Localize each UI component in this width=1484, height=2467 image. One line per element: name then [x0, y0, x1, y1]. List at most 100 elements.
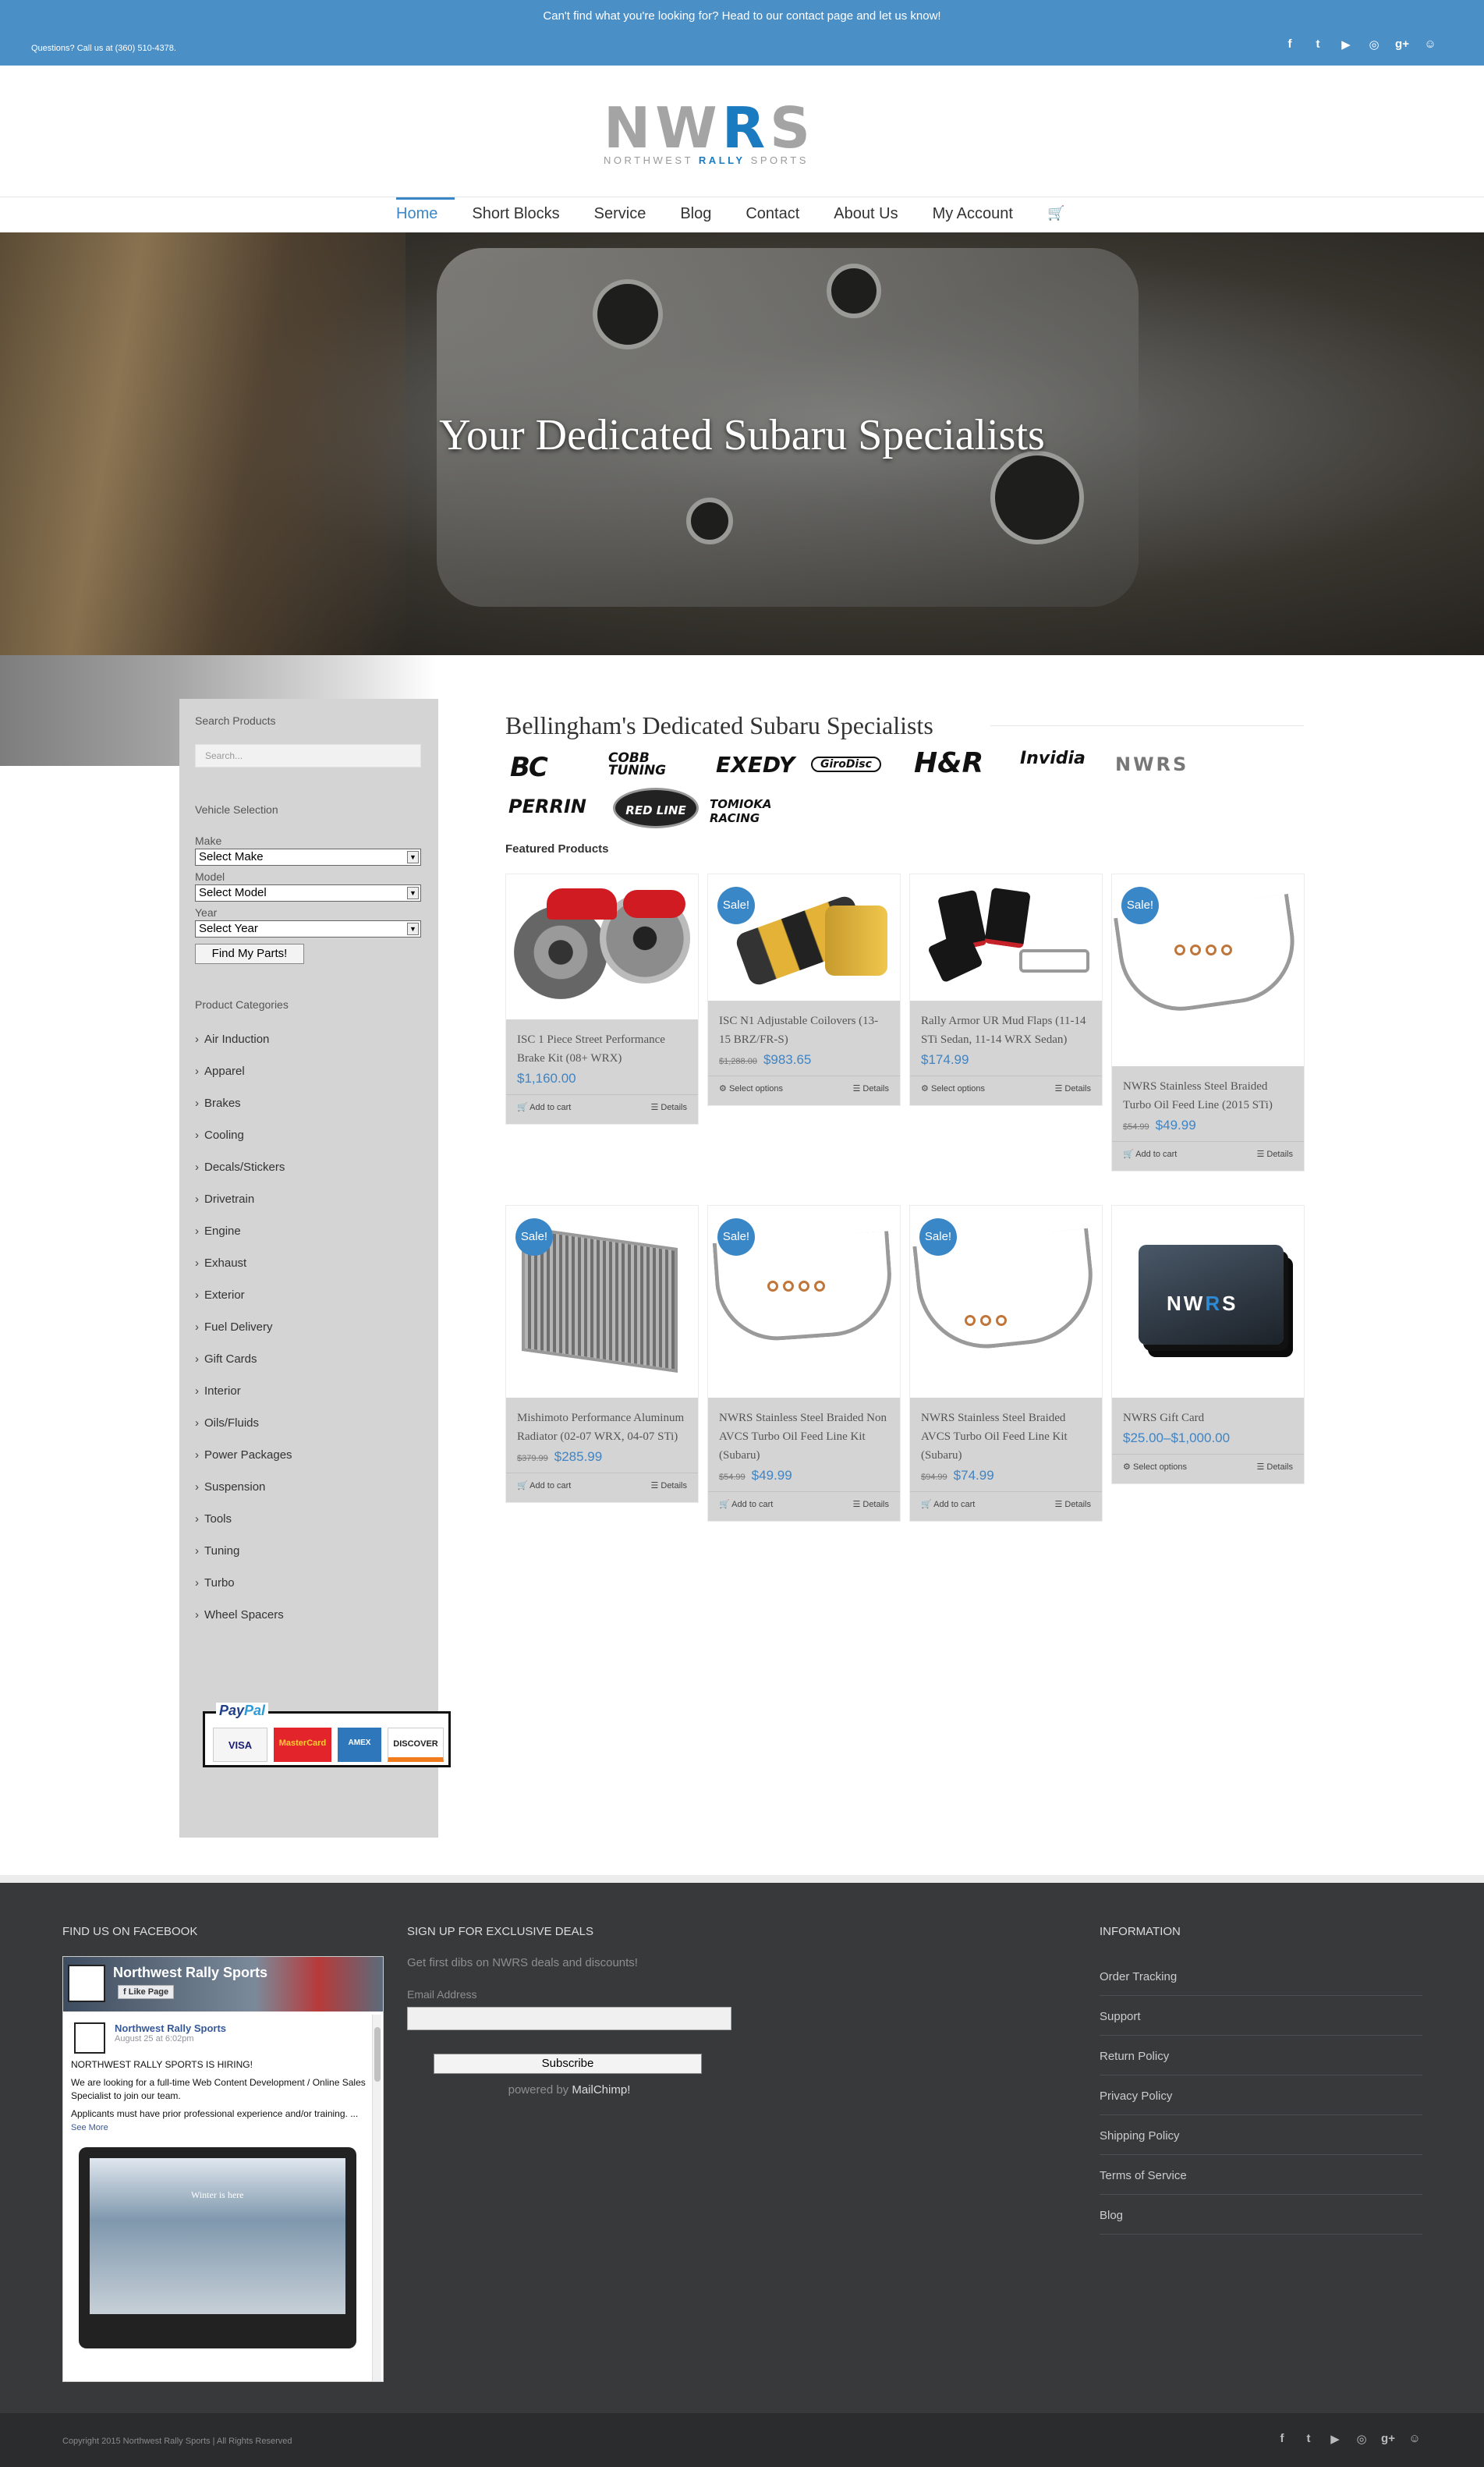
category-item[interactable]: › Decals/Stickers	[195, 1161, 292, 1193]
footer-link-order-tracking[interactable]: Order Tracking	[1100, 1956, 1422, 1996]
brand-logo-bc[interactable]: BC	[510, 752, 548, 783]
category-item[interactable]: › Exhaust	[195, 1257, 292, 1288]
see-more-link[interactable]: See More	[71, 2123, 108, 2132]
product-name[interactable]: NWRS Stainless Steel Braided Turbo Oil F…	[1123, 1077, 1293, 1115]
category-item[interactable]: › Oils/Fluids	[195, 1416, 292, 1448]
category-item[interactable]: › Interior	[195, 1384, 292, 1416]
footer-link-blog[interactable]: Blog	[1100, 2195, 1422, 2235]
footer-link-privacy-policy[interactable]: Privacy Policy	[1100, 2075, 1422, 2115]
category-item[interactable]: › Apparel	[195, 1065, 292, 1097]
product-image[interactable]: Sale!	[708, 1206, 900, 1398]
nav-about-us[interactable]: About Us	[816, 197, 915, 233]
brand-logo-invidia[interactable]: Invidia	[1020, 749, 1086, 768]
footer-link-support[interactable]: Support	[1100, 1996, 1422, 2036]
details-link[interactable]: ☰ Details	[1256, 1462, 1293, 1476]
details-link[interactable]: ☰ Details	[1256, 1149, 1293, 1164]
category-item[interactable]: › Cooling	[195, 1129, 292, 1161]
add-to-cart-button[interactable]: 🛒 Add to cart	[517, 1102, 571, 1117]
category-item[interactable]: › Power Packages	[195, 1448, 292, 1480]
nav-my-account[interactable]: My Account	[916, 197, 1030, 233]
product-name[interactable]: Mishimoto Performance Aluminum Radiator …	[517, 1409, 687, 1446]
add-to-cart-button[interactable]: 🛒 Add to cart	[1123, 1149, 1177, 1164]
category-item[interactable]: › Wheel Spacers	[195, 1608, 292, 1640]
category-item[interactable]: › Air Induction	[195, 1033, 292, 1065]
category-item[interactable]: › Suspension	[195, 1480, 292, 1512]
product-image[interactable]	[506, 874, 698, 1019]
category-item[interactable]: › Exterior	[195, 1288, 292, 1320]
post-date[interactable]: August 25 at 6:02pm	[115, 2034, 226, 2043]
nav-contact[interactable]: Contact	[728, 197, 816, 233]
nav-service[interactable]: Service	[577, 197, 664, 233]
product-image[interactable]	[910, 874, 1102, 1001]
find-my-parts-button[interactable]: Find My Parts!	[195, 944, 304, 964]
product-name[interactable]: NWRS Gift Card	[1123, 1409, 1293, 1427]
twitter-icon[interactable]: t	[1302, 2432, 1316, 2446]
announcement-message[interactable]: Can't find what you're looking for? Head…	[0, 9, 1484, 23]
product-name[interactable]: NWRS Stainless Steel Braided Non AVCS Tu…	[719, 1409, 889, 1465]
category-item[interactable]: › Drivetrain	[195, 1193, 292, 1225]
brand-logo-tomioka[interactable]: TOMIOKA RACING	[710, 797, 811, 825]
cart-icon[interactable]: 🛒	[1030, 197, 1082, 233]
google-plus-icon[interactable]: g+	[1381, 2432, 1395, 2446]
footer-link-terms-of-service[interactable]: Terms of Service	[1100, 2155, 1422, 2195]
details-link[interactable]: ☰ Details	[852, 1499, 889, 1514]
footer-link-return-policy[interactable]: Return Policy	[1100, 2036, 1422, 2075]
product-name[interactable]: Rally Armor UR Mud Flaps (11-14 STi Seda…	[921, 1012, 1091, 1049]
subscribe-button[interactable]: Subscribe	[434, 2054, 702, 2074]
details-link[interactable]: ☰ Details	[650, 1480, 687, 1495]
category-item[interactable]: › Fuel Delivery	[195, 1320, 292, 1352]
search-input[interactable]: Search...	[195, 744, 421, 767]
nav-blog[interactable]: Blog	[663, 197, 728, 233]
add-to-cart-button[interactable]: 🛒 Add to cart	[517, 1480, 571, 1495]
product-card[interactable]: Rally Armor UR Mud Flaps (11-14 STi Seda…	[909, 874, 1103, 1106]
add-to-cart-button[interactable]: 🛒 Add to cart	[719, 1499, 773, 1514]
brand-logo-girodisc[interactable]: GiroDisc	[811, 757, 881, 772]
year-select[interactable]: Select Year ▼	[195, 920, 421, 938]
email-field[interactable]	[407, 2007, 731, 2030]
instagram-icon[interactable]: ◎	[1367, 37, 1381, 51]
facebook-icon[interactable]: f	[1275, 2432, 1289, 2446]
product-image[interactable]: Sale!	[1112, 874, 1304, 1066]
reddit-icon[interactable]: ☺	[1408, 2432, 1422, 2446]
details-link[interactable]: ☰ Details	[852, 1083, 889, 1098]
select-options-button[interactable]: ⚙ Select options	[719, 1083, 783, 1098]
brand-logo-redline[interactable]: RED LINE	[613, 788, 699, 828]
google-plus-icon[interactable]: g+	[1395, 37, 1409, 51]
product-card[interactable]: Sale! ISC N1 Adjustable Coilovers (13-15…	[707, 874, 901, 1106]
nav-short-blocks[interactable]: Short Blocks	[455, 197, 576, 233]
twitter-icon[interactable]: t	[1311, 37, 1325, 51]
like-page-button[interactable]: f Like Page	[118, 1985, 175, 1999]
youtube-icon[interactable]: ▶	[1339, 37, 1353, 51]
brand-logo-nwrs[interactable]: NWRS	[1115, 753, 1188, 775]
post-image[interactable]: Winter is here	[79, 2147, 356, 2348]
product-name[interactable]: ISC N1 Adjustable Coilovers (13-15 BRZ/F…	[719, 1012, 889, 1049]
product-card[interactable]: Sale! NWRS Stainless Steel Braided AVCS …	[909, 1205, 1103, 1522]
details-link[interactable]: ☰ Details	[650, 1102, 687, 1117]
product-card[interactable]: Sale! NWRS Stainless Steel Braided Turbo…	[1111, 874, 1305, 1171]
details-link[interactable]: ☰ Details	[1054, 1083, 1091, 1098]
category-item[interactable]: › Gift Cards	[195, 1352, 292, 1384]
category-item[interactable]: › Tools	[195, 1512, 292, 1544]
youtube-icon[interactable]: ▶	[1328, 2432, 1342, 2446]
mailchimp-link[interactable]: MailChimp!	[572, 2083, 630, 2097]
nav-home[interactable]: Home	[396, 197, 455, 233]
reddit-icon[interactable]: ☺	[1423, 37, 1437, 51]
facebook-page-widget[interactable]: Northwest Rally Sports f Like Page North…	[62, 1956, 384, 2382]
category-item[interactable]: › Tuning	[195, 1544, 292, 1576]
product-name[interactable]: ISC 1 Piece Street Performance Brake Kit…	[517, 1030, 687, 1068]
brand-logo-hr[interactable]: H&R	[914, 747, 983, 779]
product-card[interactable]: NWRS NWRS Gift Card $25.00–$1,000.00 ⚙ S…	[1111, 1205, 1305, 1484]
facebook-page-name[interactable]: Northwest Rally Sports	[113, 1965, 267, 1981]
select-options-button[interactable]: ⚙ Select options	[1123, 1462, 1187, 1476]
brand-logo-exedy[interactable]: EXEDY	[716, 752, 795, 778]
product-card[interactable]: Sale! NWRS Stainless Steel Braided Non A…	[707, 1205, 901, 1522]
category-item[interactable]: › Turbo	[195, 1576, 292, 1608]
product-image[interactable]: Sale!	[910, 1206, 1102, 1398]
details-link[interactable]: ☰ Details	[1054, 1499, 1091, 1514]
instagram-icon[interactable]: ◎	[1355, 2432, 1369, 2446]
product-image[interactable]: NWRS	[1112, 1206, 1304, 1398]
select-options-button[interactable]: ⚙ Select options	[921, 1083, 985, 1098]
brand-logo-cobb[interactable]: COBB TUNING	[608, 752, 702, 778]
widget-scrollbar[interactable]	[372, 2015, 381, 2381]
product-name[interactable]: NWRS Stainless Steel Braided AVCS Turbo …	[921, 1409, 1091, 1465]
